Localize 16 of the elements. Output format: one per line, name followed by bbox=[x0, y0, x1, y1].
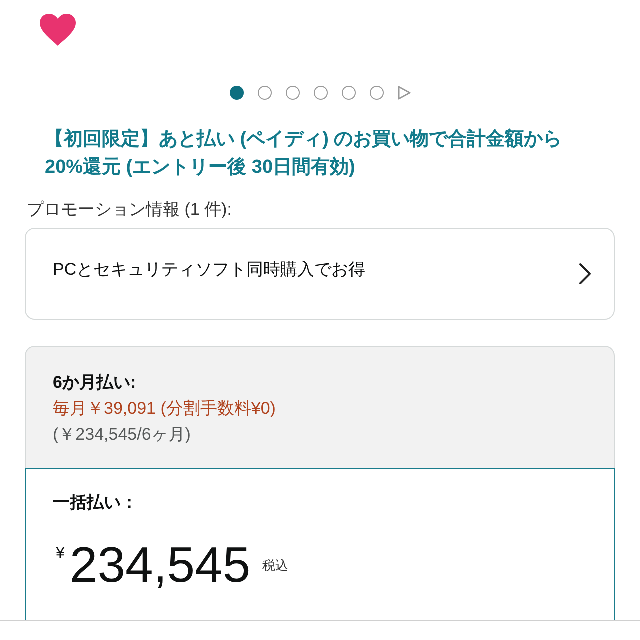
currency-symbol: ¥ bbox=[56, 546, 65, 562]
option-title: 6か月払い: bbox=[53, 372, 136, 394]
heart-icon[interactable] bbox=[40, 14, 76, 46]
promo-headline: 【初回限定】あと払い (ペイディ) のお買い物で合計金額から20%還元 (エントリー後 30日間有効) bbox=[45, 128, 564, 180]
payment-option-card[interactable]: 6か月払い: 毎月￥39,091 (分割手数料¥0) (￥234,545/6ヶ月) bbox=[25, 346, 615, 468]
promotions-label: プロモーション情報 (1 件): bbox=[27, 199, 233, 221]
chevron-right-icon bbox=[579, 263, 592, 285]
promotion-card[interactable]: PCとセキュリティソフト同時購入でお得 bbox=[25, 228, 615, 320]
installment-total: (￥234,545/6ヶ月) bbox=[53, 424, 191, 446]
promotion-title: PCとセキュリティソフト同時購入でお得 bbox=[53, 259, 366, 281]
monthly-payment: 毎月￥39,091 (分割手数料¥0) bbox=[53, 398, 276, 420]
price: 234,545 bbox=[70, 540, 251, 590]
tax-label: 税込 bbox=[262, 558, 289, 574]
play-icon[interactable] bbox=[398, 86, 410, 100]
option-title: 一括払い： bbox=[53, 492, 138, 514]
payment-option-card[interactable]: 一括払い： ¥234,545 税込 bbox=[25, 468, 615, 620]
